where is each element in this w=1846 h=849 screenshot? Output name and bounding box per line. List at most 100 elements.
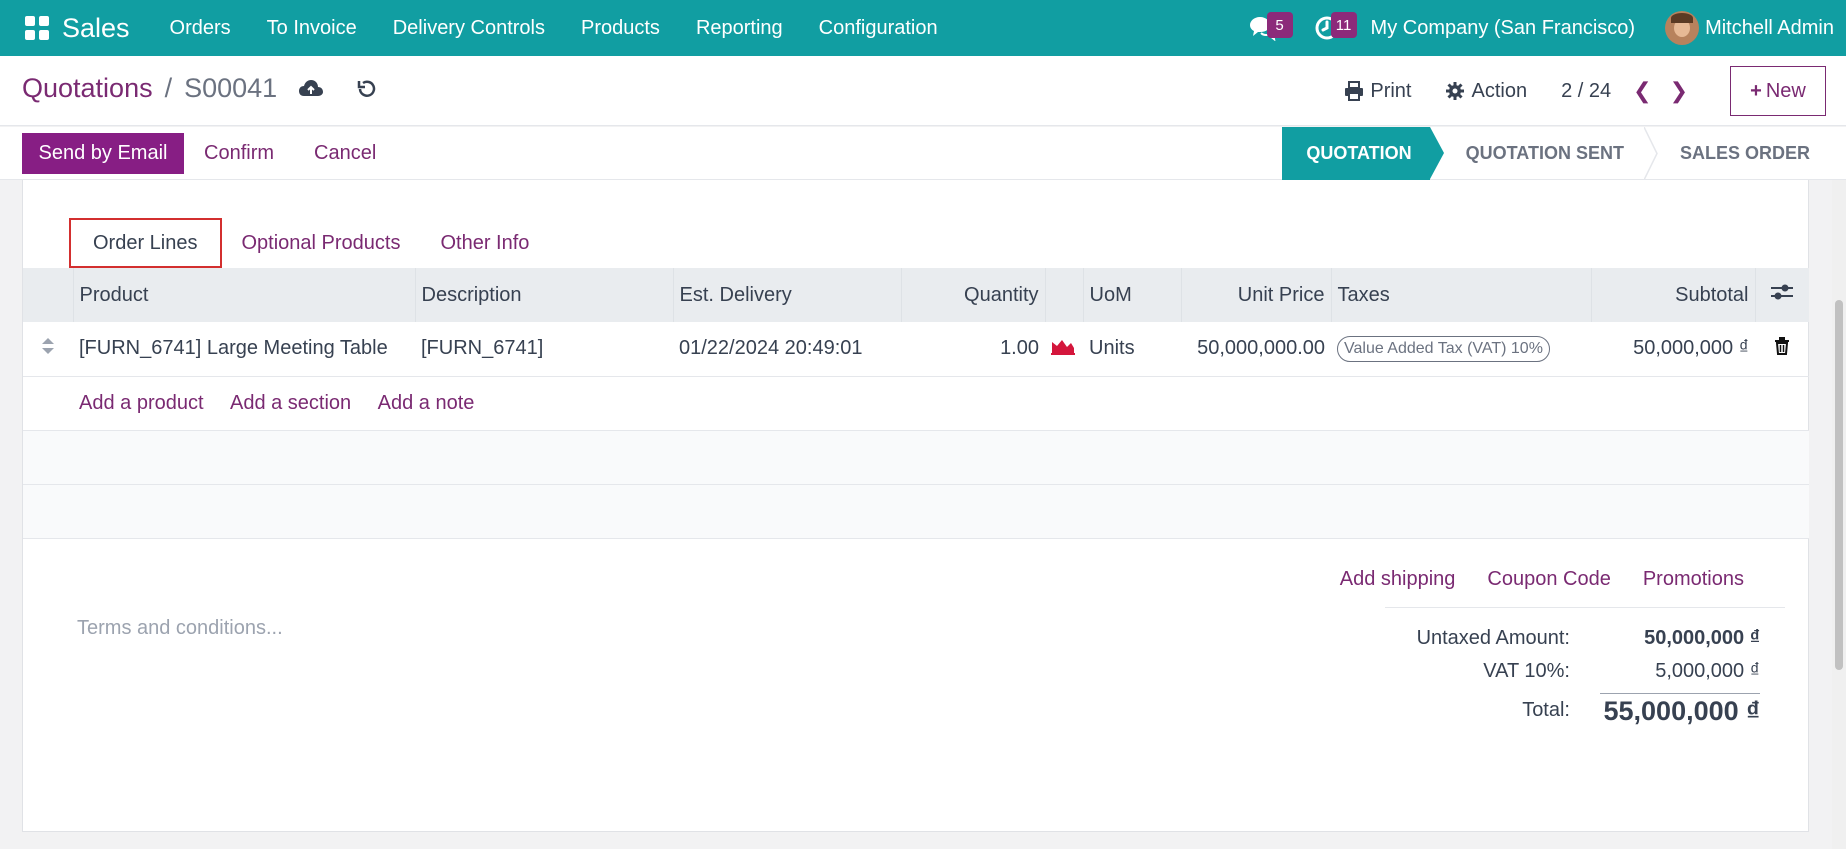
breadcrumb-current: S00041	[184, 73, 278, 103]
footer-divider	[1385, 607, 1785, 608]
page-scrollbar[interactable]	[1832, 180, 1846, 849]
cell-uom[interactable]: Units	[1083, 322, 1181, 377]
column-settings-button[interactable]	[1755, 268, 1809, 322]
vat-label: VAT 10%:	[1483, 660, 1570, 682]
total-value: 55,000,000 ₫	[1600, 693, 1760, 727]
add-line-links: Add a product Add a section Add a note	[73, 376, 1809, 431]
add-line-spacer	[23, 376, 73, 431]
user-menu[interactable]: Mitchell Admin	[1705, 17, 1834, 40]
company-switcher[interactable]: My Company (San Francisco)	[1371, 17, 1636, 40]
header-description[interactable]: Description	[415, 268, 674, 322]
messaging-button[interactable]: 5	[1243, 8, 1293, 48]
terms-field[interactable]: Terms and conditions...	[77, 617, 283, 640]
order-lines-table: Product Description Est. Delivery Quanti…	[23, 268, 1809, 539]
tax-tag[interactable]: Value Added Tax (VAT) 10%	[1337, 335, 1550, 362]
action-button[interactable]: Action	[1445, 80, 1527, 103]
stage-quotation-sent[interactable]: QUOTATION SENT	[1444, 127, 1644, 180]
apps-menu-icon[interactable]	[20, 11, 54, 45]
notebook-tabs: Order Lines Optional Products Other Info	[69, 218, 549, 268]
cloud-upload-icon[interactable]	[298, 78, 324, 100]
cell-description[interactable]: [FURN_6741]	[415, 322, 673, 377]
header-subtotal[interactable]: Subtotal	[1591, 268, 1756, 322]
promotions-button[interactable]: Promotions	[1643, 568, 1744, 591]
new-label: New	[1765, 79, 1806, 102]
menu-reporting[interactable]: Reporting	[678, 17, 801, 40]
header-quantity[interactable]: Quantity	[901, 268, 1046, 322]
add-line-row: Add a product Add a section Add a note	[23, 376, 1809, 431]
send-by-email-button[interactable]: Send by Email	[22, 133, 184, 174]
delete-row-button[interactable]	[1755, 322, 1809, 377]
menu-delivery-controls[interactable]: Delivery Controls	[375, 17, 563, 40]
messages-badge: 5	[1266, 12, 1293, 38]
pager-value[interactable]: 2 / 24	[1561, 80, 1611, 103]
cell-unit-price[interactable]: 50,000,000.00	[1181, 322, 1331, 377]
cell-product[interactable]: [FURN_6741] Large Meeting Table	[73, 322, 415, 377]
print-label: Print	[1370, 79, 1412, 102]
stage-pipeline: QUOTATION QUOTATION SENT SALES ORDER	[1282, 127, 1830, 180]
cell-taxes[interactable]: Value Added Tax (VAT) 10%	[1331, 322, 1591, 377]
scrollbar-thumb[interactable]	[1835, 300, 1843, 670]
tab-other-info[interactable]: Other Info	[420, 218, 549, 268]
header-est-delivery[interactable]: Est. Delivery	[673, 268, 902, 322]
untaxed-row: Untaxed Amount: 50,000,000 ₫	[1370, 627, 1760, 650]
discard-changes-icon[interactable]	[356, 78, 378, 100]
table-header-row: Product Description Est. Delivery Quanti…	[23, 268, 1809, 322]
control-panel: Quotations / S00041 Print Action 2 / 24 …	[0, 56, 1846, 126]
form-sheet: Order Lines Optional Products Other Info…	[22, 180, 1809, 832]
add-product-link[interactable]: Add a product	[79, 392, 204, 414]
header-uom[interactable]: UoM	[1083, 268, 1182, 322]
stage-quotation[interactable]: QUOTATION	[1282, 127, 1445, 180]
cancel-button[interactable]: Cancel	[314, 142, 376, 165]
menu-configuration[interactable]: Configuration	[801, 17, 956, 40]
activities-button[interactable]: 11	[1307, 8, 1357, 48]
trash-icon	[1775, 336, 1789, 355]
status-bar: Send by Email Confirm Cancel QUOTATION Q…	[0, 127, 1846, 180]
tab-optional-products[interactable]: Optional Products	[222, 218, 421, 268]
pager-next-icon[interactable]: ❯	[1670, 78, 1688, 104]
print-button[interactable]: Print	[1344, 80, 1411, 103]
header-unit-price[interactable]: Unit Price	[1181, 268, 1332, 322]
add-section-link[interactable]: Add a section	[230, 392, 351, 414]
user-avatar[interactable]	[1665, 11, 1700, 45]
vat-row: VAT 10%: 5,000,000 ₫	[1370, 660, 1760, 683]
untaxed-value: 50,000,000 ₫	[1644, 627, 1760, 649]
menu-to-invoice[interactable]: To Invoice	[249, 17, 375, 40]
printer-icon	[1345, 81, 1364, 101]
stage-sales-order[interactable]: SALES ORDER	[1658, 127, 1830, 180]
empty-cell	[23, 430, 1809, 485]
menu-orders[interactable]: Orders	[152, 17, 249, 40]
empty-cell	[23, 484, 1809, 539]
total-label: Total:	[1522, 698, 1570, 721]
app-brand[interactable]: Sales	[62, 13, 130, 44]
empty-row	[23, 484, 1809, 539]
plus-icon: +	[1750, 79, 1762, 102]
tab-order-lines[interactable]: Order Lines	[69, 218, 222, 268]
untaxed-label: Untaxed Amount:	[1416, 627, 1570, 649]
new-button[interactable]: + New	[1730, 66, 1826, 116]
add-note-link[interactable]: Add a note	[378, 392, 475, 414]
cell-est-delivery[interactable]: 01/22/2024 20:49:01	[673, 322, 901, 377]
cell-quantity[interactable]: 1.00	[901, 322, 1045, 377]
menu-products[interactable]: Products	[563, 17, 678, 40]
cell-subtotal: 50,000,000 ₫	[1591, 322, 1755, 377]
coupon-code-button[interactable]: Coupon Code	[1487, 568, 1610, 591]
breadcrumb-separator: /	[164, 73, 173, 103]
empty-row	[23, 430, 1809, 485]
forecast-header	[1045, 268, 1084, 322]
sliders-icon	[1771, 284, 1794, 300]
total-row: Total: 55,000,000 ₫	[1370, 693, 1760, 727]
drag-handle-icon	[42, 337, 54, 354]
breadcrumb: Quotations / S00041	[22, 73, 277, 104]
row-handle[interactable]	[23, 322, 73, 377]
add-shipping-button[interactable]: Add shipping	[1340, 568, 1456, 591]
confirm-button[interactable]: Confirm	[204, 142, 274, 165]
breadcrumb-quotations[interactable]: Quotations	[22, 73, 153, 104]
pager-previous-icon[interactable]: ❮	[1633, 78, 1651, 104]
header-taxes[interactable]: Taxes	[1331, 268, 1592, 322]
order-footer-actions: Add shipping Coupon Code Promotions	[1308, 568, 1744, 591]
table-row[interactable]: [FURN_6741] Large Meeting Table [FURN_67…	[23, 322, 1809, 377]
stage-separator-icon	[1643, 127, 1658, 180]
forecast-button[interactable]	[1045, 322, 1083, 377]
header-product[interactable]: Product	[73, 268, 416, 322]
top-navbar: Sales Orders To Invoice Delivery Control…	[0, 0, 1846, 56]
